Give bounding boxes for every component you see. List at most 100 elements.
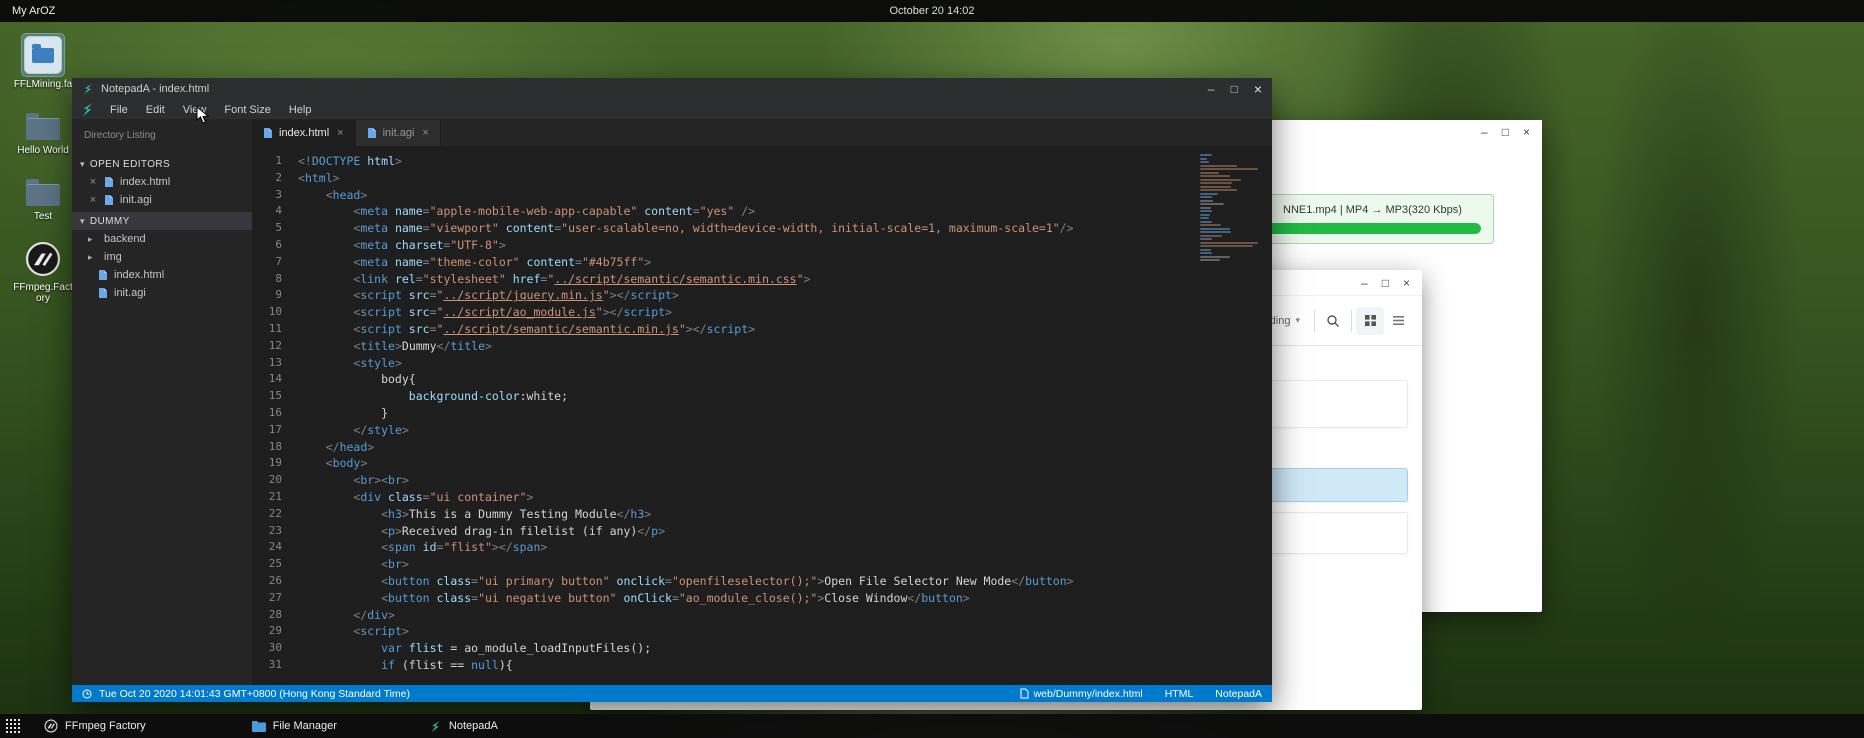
close-tab-icon[interactable]: × — [337, 127, 343, 139]
taskbar-item-label: NotepadA — [449, 720, 498, 732]
code-line: 15 background-color:white; — [252, 388, 1272, 405]
line-number: 10 — [252, 304, 298, 321]
minimap-line — [1200, 242, 1258, 244]
minimap-line — [1200, 186, 1231, 188]
taskbar: FFmpeg Factory File Manager NotepadA — [0, 714, 1864, 738]
taskbar-item-file-manager[interactable]: File Manager — [242, 714, 347, 738]
minimap-line — [1200, 217, 1209, 219]
search-button[interactable] — [1319, 307, 1347, 335]
open-editor-init-agi[interactable]: ×init.agi — [72, 191, 252, 209]
code-line: 12 <title>Dummy</title> — [252, 338, 1272, 355]
list-view-button[interactable] — [1384, 307, 1412, 335]
tree-item-init-agi[interactable]: init.agi — [72, 284, 252, 302]
code-line: 16 } — [252, 405, 1272, 422]
minimap-line — [1200, 172, 1219, 174]
chevron-down-icon: ▾ — [80, 159, 85, 170]
divider — [1314, 310, 1315, 332]
close-tab-icon[interactable]: × — [422, 127, 428, 139]
line-number: 21 — [252, 489, 298, 506]
list-view-icon — [1392, 314, 1405, 327]
minimap-line — [1200, 161, 1209, 163]
line-number: 25 — [252, 556, 298, 573]
system-menu[interactable]: My ArOZ — [0, 5, 67, 17]
line-number: 23 — [252, 523, 298, 540]
code-line: 18 </head> — [252, 439, 1272, 456]
menu-font-size[interactable]: Font Size — [215, 100, 279, 119]
tab-bar: index.html×init.agi× — [252, 120, 1272, 146]
folder-icon — [24, 107, 62, 142]
desktop-icon-ffmpeg-factory[interactable]: FFmpeg.Factory — [9, 239, 77, 304]
notepad-window[interactable]: NotepadA - index.html – □ × FileEditView… — [72, 78, 1272, 702]
code-line: 9 <script src="../script/jquery.min.js">… — [252, 287, 1272, 304]
open-editor-index-html[interactable]: ×index.html — [72, 173, 252, 191]
tab-init-agi[interactable]: init.agi× — [356, 120, 441, 146]
app-tile-icon — [22, 34, 64, 76]
close-button[interactable]: × — [1254, 83, 1262, 95]
file-icon — [367, 127, 377, 139]
desktop-icon-test[interactable]: Test — [9, 173, 77, 222]
menu-edit[interactable]: Edit — [137, 100, 174, 119]
tree-item-label: img — [104, 251, 122, 263]
file-icon — [1020, 688, 1029, 699]
line-number: 3 — [252, 187, 298, 204]
desktop-icon-fflmining[interactable]: FFLMining.fa — [9, 34, 77, 90]
code-line: 13 <style> — [252, 355, 1272, 372]
maximize-button[interactable]: □ — [1502, 126, 1509, 138]
status-language[interactable]: HTML — [1165, 688, 1194, 700]
minimap-line — [1200, 200, 1213, 202]
minimize-button[interactable]: – — [1481, 126, 1488, 138]
clock: October 20 14:02 — [889, 5, 974, 17]
taskbar-item-notepada[interactable]: NotepadA — [419, 714, 508, 738]
notepada-icon — [82, 83, 94, 95]
menu-help[interactable]: Help — [280, 100, 321, 119]
menu-file[interactable]: File — [101, 100, 137, 119]
line-number: 4 — [252, 203, 298, 220]
minimize-button[interactable]: – — [1361, 277, 1368, 289]
menu-view[interactable]: View — [174, 100, 216, 119]
desktop-icon-label: Hello World — [17, 145, 69, 156]
close-button[interactable]: × — [1523, 126, 1530, 138]
tree-item-img[interactable]: ▸img — [72, 248, 252, 266]
minimap-line — [1200, 221, 1212, 223]
close-editor-icon[interactable]: × — [88, 176, 98, 188]
code-line: 30 var flist = ao_module_loadInputFiles(… — [252, 640, 1272, 657]
folder-icon — [24, 173, 62, 208]
code-line: 23 <p>Received drag-in filelist (if any)… — [252, 523, 1272, 540]
code-editor[interactable]: 1<!DOCTYPE html>2<html>3 <head>4 <meta n… — [252, 146, 1272, 685]
code-line: 22 <h3>This is a Dummy Testing Module</h… — [252, 506, 1272, 523]
status-bar: Tue Oct 20 2020 14:01:43 GMT+0800 (Hong … — [72, 685, 1272, 702]
desktop-icon-hello-world[interactable]: Hello World — [9, 107, 77, 156]
tab-index-html[interactable]: index.html× — [252, 120, 356, 146]
taskbar-item-ffmpeg-factory[interactable]: FFmpeg Factory — [34, 714, 156, 738]
minimap-line — [1200, 193, 1218, 195]
code-line: 6 <meta charset="UTF-8"> — [252, 237, 1272, 254]
line-number: 15 — [252, 388, 298, 405]
line-number: 16 — [252, 405, 298, 422]
maximize-button[interactable]: □ — [1231, 83, 1238, 95]
minimap[interactable] — [1200, 154, 1260, 263]
code-line: 2<html> — [252, 170, 1272, 187]
apps-grid-icon[interactable] — [0, 714, 26, 738]
minimize-button[interactable]: – — [1208, 83, 1215, 95]
sidebar-title: Directory Listing — [72, 120, 252, 155]
close-editor-icon[interactable]: × — [88, 194, 98, 206]
workspace-section[interactable]: ▾ DUMMY — [72, 212, 252, 230]
ffmpeg-factory-logo — [25, 241, 61, 277]
desktop-icon-label: FFmpeg.Factory — [12, 282, 74, 304]
line-number: 31 — [252, 657, 298, 674]
grid-view-button[interactable] — [1356, 307, 1384, 335]
code-line: 8 <link rel="stylesheet" href="../script… — [252, 271, 1272, 288]
minimap-line — [1200, 168, 1258, 170]
line-number: 27 — [252, 590, 298, 607]
tree-item-index-html[interactable]: index.html — [72, 266, 252, 284]
code-line: 14 body{ — [252, 371, 1272, 388]
menu-bar: FileEditViewFont SizeHelp — [72, 100, 1272, 120]
close-button[interactable]: × — [1403, 277, 1410, 289]
code-line: 1<!DOCTYPE html> — [252, 153, 1272, 170]
minimap-line — [1200, 158, 1207, 160]
maximize-button[interactable]: □ — [1382, 277, 1389, 289]
open-editors-section[interactable]: ▾ OPEN EDITORS — [72, 155, 252, 173]
line-number: 14 — [252, 371, 298, 388]
tree-item-backend[interactable]: ▸backend — [72, 230, 252, 248]
tree-item-label: init.agi — [114, 287, 146, 299]
